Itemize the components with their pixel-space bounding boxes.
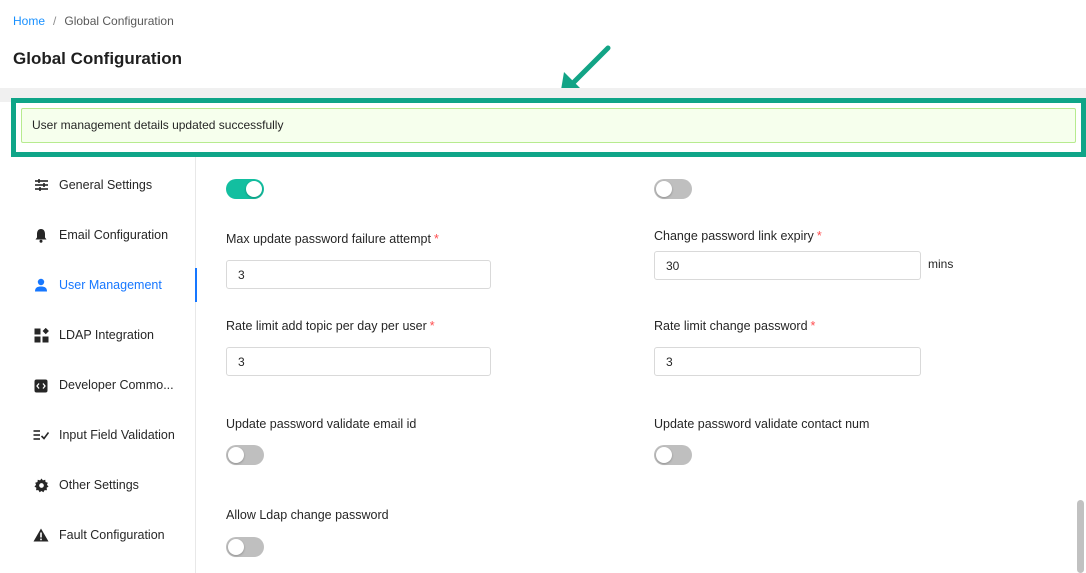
update-password-validate-email-toggle[interactable] <box>226 445 264 465</box>
update-password-validate-contact-label: Update password validate contact num <box>654 417 870 431</box>
breadcrumb-home-link[interactable]: Home <box>13 14 45 28</box>
breadcrumb-separator: / <box>53 14 57 28</box>
user-icon <box>33 277 49 293</box>
rate-limit-change-password-label: Rate limit change password * <box>654 319 816 333</box>
scrollbar-thumb[interactable] <box>1077 500 1084 573</box>
change-password-link-expiry-input[interactable]: 30 <box>654 251 921 280</box>
top-left-toggle[interactable] <box>226 179 264 199</box>
blocks-icon <box>33 327 49 343</box>
change-password-link-expiry-label: Change password link expiry * <box>654 229 822 243</box>
max-update-password-failure-attempt-input[interactable]: 3 <box>226 260 491 289</box>
breadcrumb-current: Global Configuration <box>64 14 174 28</box>
sidebar-item-label: Developer Commo... <box>59 378 174 392</box>
sidebar-item-input-field-validation[interactable]: Input Field Validation <box>0 420 196 450</box>
alert-highlight-frame: User management details updated successf… <box>11 98 1086 157</box>
sliders-icon <box>33 177 49 193</box>
sidebar-item-label: LDAP Integration <box>59 328 154 342</box>
sidebar-item-label: Email Configuration <box>59 228 169 242</box>
sidebar-item-email-configuration[interactable]: Email Configuration <box>0 220 196 250</box>
user-management-form: Max update password failure attempt * 3 C… <box>196 157 1086 573</box>
sidebar-item-other-settings[interactable]: Other Settings <box>0 470 196 500</box>
rate-limit-add-topic-label: Rate limit add topic per day per user * <box>226 319 435 333</box>
rate-limit-add-topic-input[interactable]: 3 <box>226 347 491 376</box>
warning-icon <box>33 527 49 543</box>
sidebar-item-label: Fault Configuration <box>59 528 165 542</box>
update-password-validate-contact-toggle[interactable] <box>654 445 692 465</box>
sidebar-item-ldap-integration[interactable]: LDAP Integration <box>0 320 196 350</box>
sidebar-item-label: General Settings <box>59 178 153 192</box>
success-alert: User management details updated successf… <box>21 108 1076 143</box>
page-title: Global Configuration <box>13 49 183 68</box>
checklist-icon <box>33 427 49 443</box>
sidebar-item-label: Other Settings <box>59 478 139 492</box>
alert-message: User management details updated successf… <box>32 118 284 132</box>
breadcrumb: Home / Global Configuration <box>13 14 174 28</box>
sidebar-item-developer-commons[interactable]: Developer Commo... <box>0 370 196 400</box>
top-right-toggle[interactable] <box>654 179 692 199</box>
allow-ldap-change-password-toggle[interactable] <box>226 537 264 557</box>
max-update-password-failure-attempt-label: Max update password failure attempt * <box>226 232 439 246</box>
sidebar-item-user-management[interactable]: User Management <box>0 268 197 302</box>
expiry-unit-label: mins <box>928 257 954 271</box>
bell-icon <box>33 227 49 243</box>
sidebar-item-label: User Management <box>59 278 162 292</box>
update-password-validate-email-label: Update password validate email id <box>226 417 417 431</box>
sidebar-item-general-settings[interactable]: General Settings <box>0 170 196 200</box>
sidebar-item-label: Input Field Validation <box>59 428 175 442</box>
sidebar-item-fault-configuration[interactable]: Fault Configuration <box>0 520 196 550</box>
rate-limit-change-password-input[interactable]: 3 <box>654 347 921 376</box>
gear-icon <box>33 477 49 493</box>
allow-ldap-change-password-label: Allow Ldap change password <box>226 508 389 522</box>
code-icon <box>33 377 49 393</box>
settings-sidebar: General Settings Email Configuration Use… <box>0 157 197 573</box>
